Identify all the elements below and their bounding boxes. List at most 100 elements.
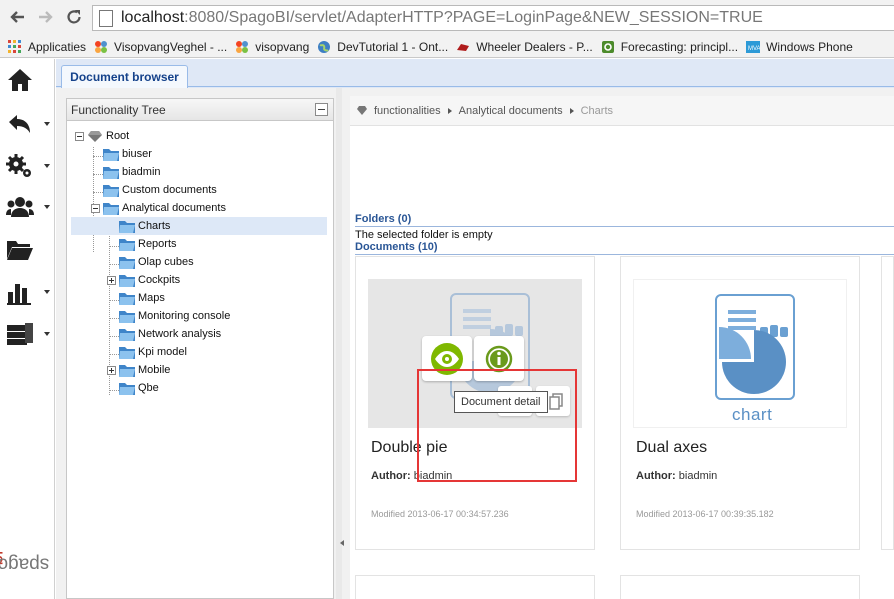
share-icon[interactable]: [6, 109, 50, 139]
tree-node-label: Reports: [138, 238, 177, 250]
tree-connector: [109, 300, 119, 301]
tree-node-label: Root: [106, 130, 130, 142]
functionality-tree-panel: Functionality Tree Root biuser biadmin C…: [66, 98, 334, 599]
back-icon[interactable]: [6, 6, 28, 28]
database-icon[interactable]: [6, 319, 50, 349]
users-icon[interactable]: [6, 192, 50, 222]
folders-title: Folders (0): [355, 213, 894, 227]
bookmark-forecasting[interactable]: Forecasting: principl...: [601, 40, 738, 54]
bookmark-label: Applicaties: [28, 39, 87, 54]
bar-chart-icon[interactable]: [6, 277, 50, 307]
folder-icon: [119, 238, 135, 251]
tree-connector: [109, 264, 119, 265]
folder-icon: [119, 220, 135, 233]
thumbnail-label: chart: [732, 405, 773, 424]
bookmark-label: Forecasting: principl...: [620, 39, 739, 54]
tree-connector: [93, 192, 103, 193]
tree-node-label: Qbe: [138, 382, 159, 394]
breadcrumb: functionalities Analytical documents Cha…: [350, 96, 894, 126]
breadcrumb-item[interactable]: Analytical documents: [459, 105, 563, 117]
folder-icon: [103, 148, 119, 161]
folder-icon: [103, 202, 119, 215]
tab-document-browser[interactable]: Document browser: [61, 65, 188, 88]
bookmark-windows-phone[interactable]: MVA Windows Phone: [746, 40, 853, 54]
panel-splitter[interactable]: [336, 88, 342, 599]
expand-node-icon[interactable]: [107, 365, 116, 375]
tree-connector: [109, 354, 119, 355]
url-path: :8080/SpagoBI/servlet/AdapterHTTP?PAGE=L…: [184, 9, 763, 26]
bookmark-visopvang[interactable]: visopvang: [235, 40, 309, 54]
tree-node-charts[interactable]: Charts: [71, 217, 327, 235]
tree-connector: [109, 246, 119, 247]
document-card[interactable]: [620, 575, 860, 599]
tree-node-kpi-model[interactable]: Kpi model: [119, 343, 187, 361]
document-card[interactable]: [881, 256, 894, 550]
folder-icon: [103, 166, 119, 179]
document-thumbnail: chart: [633, 279, 847, 428]
tree-node-mobile[interactable]: Mobile: [107, 361, 170, 379]
tree-connector: [93, 156, 103, 157]
bookmark-applicaties[interactable]: Applicaties: [8, 39, 87, 54]
tree-node-label: biadmin: [122, 166, 161, 178]
tree-node-label: Network analysis: [138, 328, 222, 340]
bookmark-devtutorial[interactable]: DevTutorial 1 - Ont...: [317, 40, 448, 54]
windows-phone-icon: MVA: [746, 40, 761, 53]
tree-panel-header: Functionality Tree: [67, 99, 333, 121]
home-icon[interactable]: [6, 65, 50, 95]
breadcrumb-item[interactable]: functionalities: [374, 105, 441, 117]
document-browser: Functionality Tree Root biuser biadmin C…: [56, 88, 894, 599]
bookmark-label: DevTutorial 1 - Ont...: [337, 39, 449, 54]
tree-node-label: biuser: [122, 148, 152, 160]
expand-node-icon[interactable]: [107, 275, 116, 285]
tree-connector: [109, 336, 119, 337]
settings-icon[interactable]: [6, 151, 50, 181]
tab-strip: Document browser: [56, 59, 894, 88]
tree-connector: [93, 174, 103, 175]
folder-open-icon[interactable]: [6, 234, 50, 264]
tree-node-analytical-documents[interactable]: Analytical documents: [91, 199, 226, 217]
car-icon: [457, 43, 470, 51]
documents-area: functionalities Analytical documents Cha…: [350, 96, 894, 599]
document-card[interactable]: chart Dual axes Author: biadmin Modified…: [620, 256, 860, 550]
tree-node-biuser[interactable]: biuser: [103, 145, 152, 163]
tree-node-label: Mobile: [138, 364, 171, 376]
browser-toolbar: localhost:8080/SpagoBI/servlet/AdapterHT…: [0, 0, 894, 36]
forward-icon[interactable]: [35, 6, 57, 28]
tree-panel-title: Functionality Tree: [71, 102, 166, 117]
folder-icon: [119, 346, 135, 359]
bookmark-visopvangveghel[interactable]: VisopvangVeghel - ...: [94, 40, 227, 54]
tree-node-custom-documents[interactable]: Custom documents: [103, 181, 217, 199]
document-card[interactable]: [355, 575, 595, 599]
tree-node-maps[interactable]: Maps: [119, 289, 165, 307]
collapse-arrow-icon[interactable]: [340, 540, 344, 546]
tree-node-biadmin[interactable]: biadmin: [103, 163, 161, 181]
bookmarks-bar: Applicaties VisopvangVeghel - ... visopv…: [0, 36, 894, 58]
tree-node-qbe[interactable]: Qbe: [119, 379, 159, 397]
bookmark-wheeler-dealers[interactable]: Wheeler Dealers - P...: [456, 40, 593, 54]
author-label: Author:: [636, 470, 676, 482]
breadcrumb-separator: [447, 107, 452, 114]
tree-node-network-analysis[interactable]: Network analysis: [119, 325, 221, 343]
bookmark-label: Wheeler Dealers - P...: [476, 39, 593, 54]
tree-node-olap-cubes[interactable]: Olap cubes: [119, 253, 194, 271]
folder-icon: [119, 274, 135, 287]
author-label: Author:: [371, 470, 411, 482]
document-name: Dual axes: [636, 439, 708, 456]
reload-icon[interactable]: [63, 6, 85, 28]
tree-node-reports[interactable]: Reports: [119, 235, 177, 253]
tree-node-label: Custom documents: [122, 184, 217, 196]
address-bar[interactable]: localhost:8080/SpagoBI/servlet/AdapterHT…: [92, 5, 894, 31]
tree-connector: [109, 318, 119, 319]
tree-node-label: Maps: [138, 292, 165, 304]
collapse-node-icon[interactable]: [75, 131, 84, 141]
joomla-icon: [95, 40, 108, 53]
tree-node-monitoring-console[interactable]: Monitoring console: [119, 307, 230, 325]
empty-folder-message: The selected folder is empty: [355, 229, 493, 241]
collapse-node-icon[interactable]: [91, 203, 100, 213]
tree-node-root[interactable]: Root: [75, 127, 129, 145]
globe-icon: [318, 40, 331, 53]
collapse-icon[interactable]: [315, 103, 328, 116]
tree-node-cockpits[interactable]: Cockpits: [107, 271, 180, 289]
breadcrumb-separator: [569, 107, 574, 114]
spagobi-logo: spago bi: [0, 521, 49, 595]
